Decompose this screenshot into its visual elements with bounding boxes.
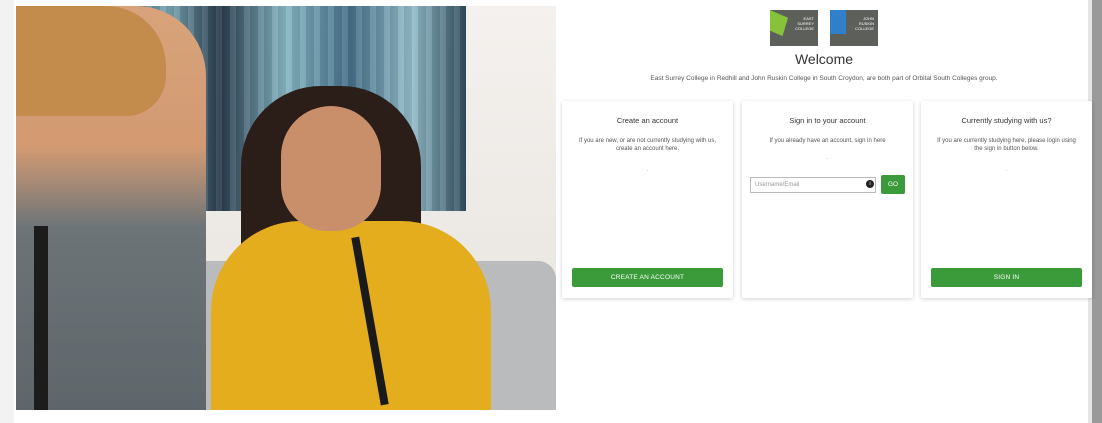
hero-lanyard-left bbox=[34, 226, 48, 410]
page-title: Welcome bbox=[794, 51, 854, 67]
info-icon[interactable]: i bbox=[866, 180, 874, 188]
east-surrey-college-logo: EAST SURREY COLLEGE bbox=[770, 10, 818, 46]
create-account-dot: . bbox=[646, 167, 649, 173]
east-surrey-college-logo-mark bbox=[770, 10, 788, 36]
current-student-dot: . bbox=[1005, 167, 1008, 173]
current-student-card: Currently studying with us? If you are c… bbox=[921, 101, 1092, 298]
scrollbar-track[interactable] bbox=[1092, 0, 1102, 423]
current-student-description: If you are currently studying here, plea… bbox=[937, 138, 1076, 152]
create-account-title: Create an account bbox=[616, 116, 679, 125]
sign-in-title: Sign in to your account bbox=[789, 116, 866, 125]
create-account-button[interactable]: CREATE AN ACCOUNT bbox=[572, 268, 723, 287]
hero-person-right bbox=[211, 221, 491, 410]
page-subtitle: East Surrey College in Redhill and John … bbox=[650, 75, 998, 82]
john-ruskin-college-logo: JOHN RUSKIN COLLEGE bbox=[830, 10, 878, 46]
sign-in-description: If you already have an account, sign in … bbox=[769, 138, 886, 144]
sign-in-dot: . bbox=[826, 155, 829, 161]
sign-in-button[interactable]: SIGN IN bbox=[931, 268, 1082, 287]
hero-photo bbox=[16, 6, 556, 410]
go-button[interactable]: GO bbox=[881, 175, 905, 194]
current-student-title: Currently studying with us? bbox=[961, 116, 1052, 125]
hero-person-left-hair bbox=[16, 6, 166, 116]
east-surrey-college-logo-text: EAST SURREY COLLEGE bbox=[795, 16, 814, 31]
john-ruskin-college-logo-text: JOHN RUSKIN COLLEGE bbox=[855, 16, 874, 31]
left-edge bbox=[0, 0, 14, 423]
college-logos: EAST SURREY COLLEGE JOHN RUSKIN COLLEGE bbox=[770, 10, 878, 46]
hero-person-right-face bbox=[281, 106, 381, 231]
username-email-input[interactable]: Username/Email bbox=[750, 177, 876, 193]
username-field-row: Username/Email i GO bbox=[750, 175, 905, 194]
create-account-card: Create an account If you are new, or are… bbox=[562, 101, 733, 298]
sign-in-card: Sign in to your account If you already h… bbox=[742, 101, 913, 298]
create-account-description: If you are new, or are not currently stu… bbox=[578, 138, 717, 152]
john-ruskin-college-logo-mark bbox=[830, 10, 846, 34]
